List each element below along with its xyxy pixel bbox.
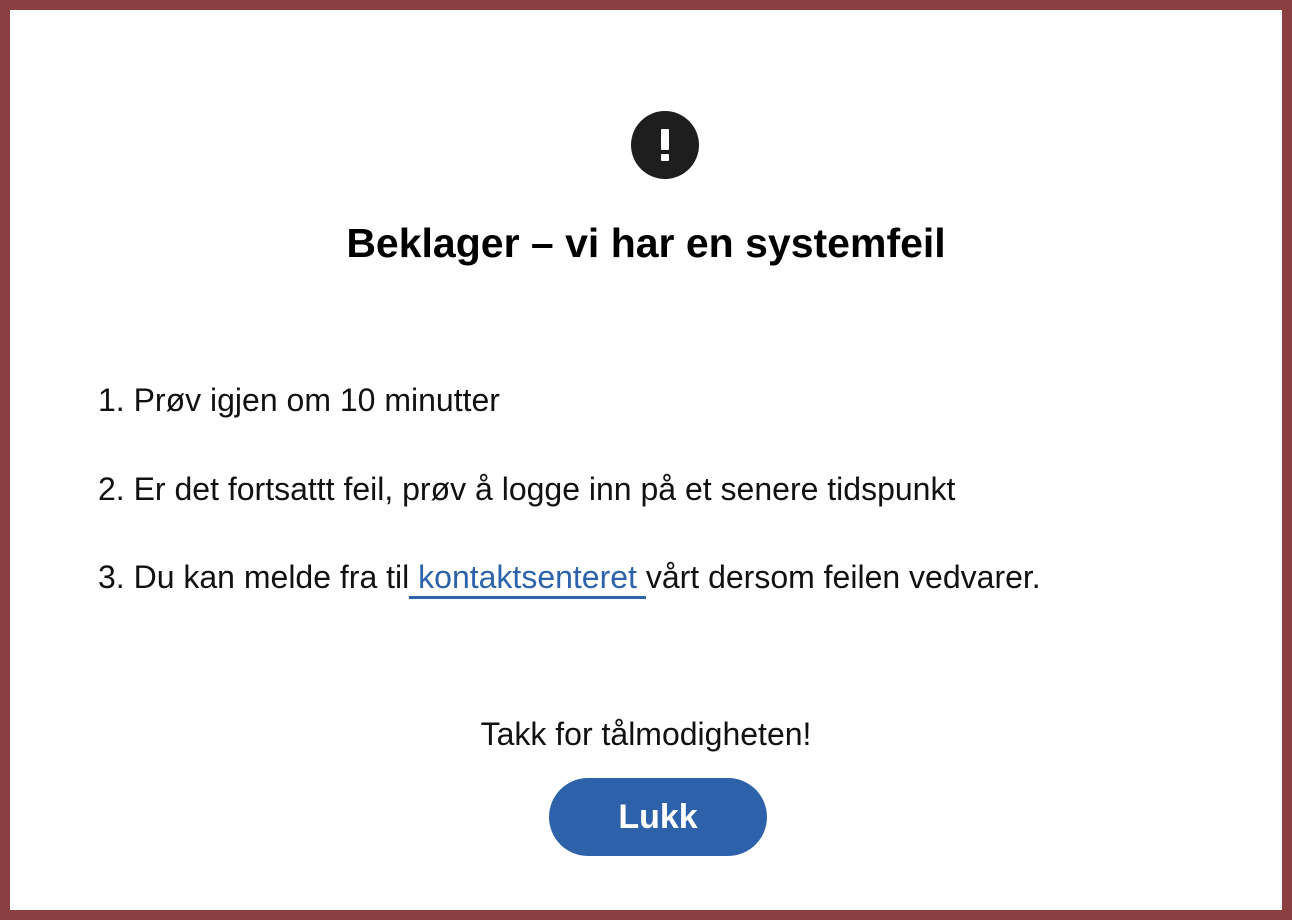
error-dialog: Beklager – vi har en systemfeil 1. Prøv … [0, 0, 1292, 920]
exclamation-circle-icon [631, 111, 699, 179]
instruction-step-1: 1. Prøv igjen om 10 minutter [98, 382, 500, 418]
exclamation-dot [661, 154, 669, 161]
dialog-title: Beklager – vi har en systemfeil [346, 220, 946, 266]
instruction-step-3: 3. Du kan melde fra til kontaktsenteret … [98, 557, 1041, 599]
close-button[interactable]: Lukk [549, 778, 767, 856]
contact-center-link[interactable]: kontaktsenteret [409, 559, 646, 599]
exclamation-bar [661, 129, 669, 150]
instruction-step-3-prefix: 3. Du kan melde fra til [98, 559, 410, 595]
instruction-step-3-suffix: vårt dersom feilen vedvarer. [645, 559, 1041, 595]
instruction-step-2: 2. Er det fortsattt feil, prøv å logge i… [98, 471, 956, 507]
thanks-message: Takk for tålmodigheten! [480, 716, 812, 752]
